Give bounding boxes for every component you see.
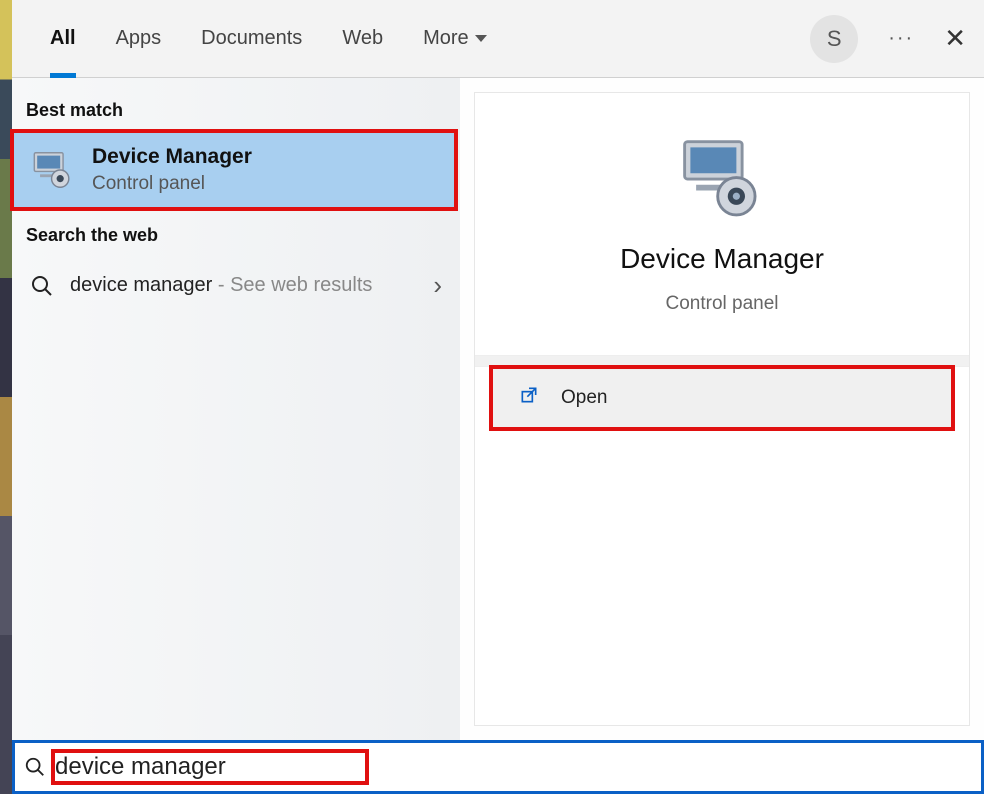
device-manager-icon-large — [672, 133, 772, 225]
best-match-heading: Best match — [12, 90, 460, 131]
tab-apps[interactable]: Apps — [96, 0, 182, 78]
header-right: S ··· ✕ — [810, 15, 966, 63]
tab-apps-label: Apps — [116, 27, 162, 50]
tab-more-label: More — [423, 27, 469, 50]
detail-subtitle: Control panel — [665, 293, 778, 315]
best-match-subtitle: Control panel — [92, 173, 252, 195]
search-web-heading: Search the web — [12, 215, 460, 256]
best-match-highlight: Device Manager Control panel — [12, 131, 456, 209]
tab-web[interactable]: Web — [322, 0, 403, 78]
tab-documents[interactable]: Documents — [181, 0, 322, 78]
desktop-edge-strip — [0, 0, 12, 794]
web-result-row[interactable]: device manager - See web results › — [12, 256, 460, 315]
main-area: Best match Device Manager — [12, 78, 984, 740]
close-button[interactable]: ✕ — [944, 23, 966, 54]
tab-all[interactable]: All — [30, 0, 96, 78]
detail-title: Device Manager — [620, 243, 824, 275]
chevron-right-icon: › — [433, 270, 442, 301]
web-result-suffix: - See web results — [212, 274, 372, 296]
tab-documents-label: Documents — [201, 27, 302, 50]
chevron-down-icon — [475, 35, 487, 42]
detail-card: Device Manager Control panel Open — [474, 92, 970, 726]
search-icon — [30, 274, 54, 298]
filter-tabs: All Apps Documents Web More — [30, 0, 507, 78]
search-bar[interactable] — [12, 740, 984, 794]
search-window: All Apps Documents Web More S ··· ✕ Best… — [12, 0, 984, 794]
open-action-label: Open — [561, 387, 607, 409]
detail-column: Device Manager Control panel Open — [460, 78, 984, 740]
detail-separator — [475, 355, 969, 367]
tab-all-label: All — [50, 27, 76, 50]
open-action[interactable]: Open — [491, 367, 953, 429]
best-match-texts: Device Manager Control panel — [92, 145, 252, 195]
user-avatar[interactable]: S — [810, 15, 858, 63]
results-column: Best match Device Manager — [12, 78, 460, 740]
tab-web-label: Web — [342, 27, 383, 50]
web-result-texts: device manager - See web results — [70, 274, 372, 297]
best-match-title: Device Manager — [92, 145, 252, 169]
open-external-icon — [519, 385, 539, 411]
search-input[interactable] — [55, 753, 365, 781]
device-manager-icon — [30, 147, 76, 193]
tab-more[interactable]: More — [403, 0, 507, 78]
web-result-query: device manager — [70, 274, 212, 296]
open-action-highlight: Open — [491, 367, 953, 429]
search-icon — [23, 755, 47, 779]
avatar-initial: S — [827, 26, 842, 52]
more-options-button[interactable]: ··· — [888, 27, 914, 50]
search-text-highlight — [53, 751, 367, 783]
header: All Apps Documents Web More S ··· ✕ — [12, 0, 984, 78]
best-match-result[interactable]: Device Manager Control panel — [12, 131, 456, 209]
detail-hero: Device Manager Control panel — [475, 93, 969, 355]
